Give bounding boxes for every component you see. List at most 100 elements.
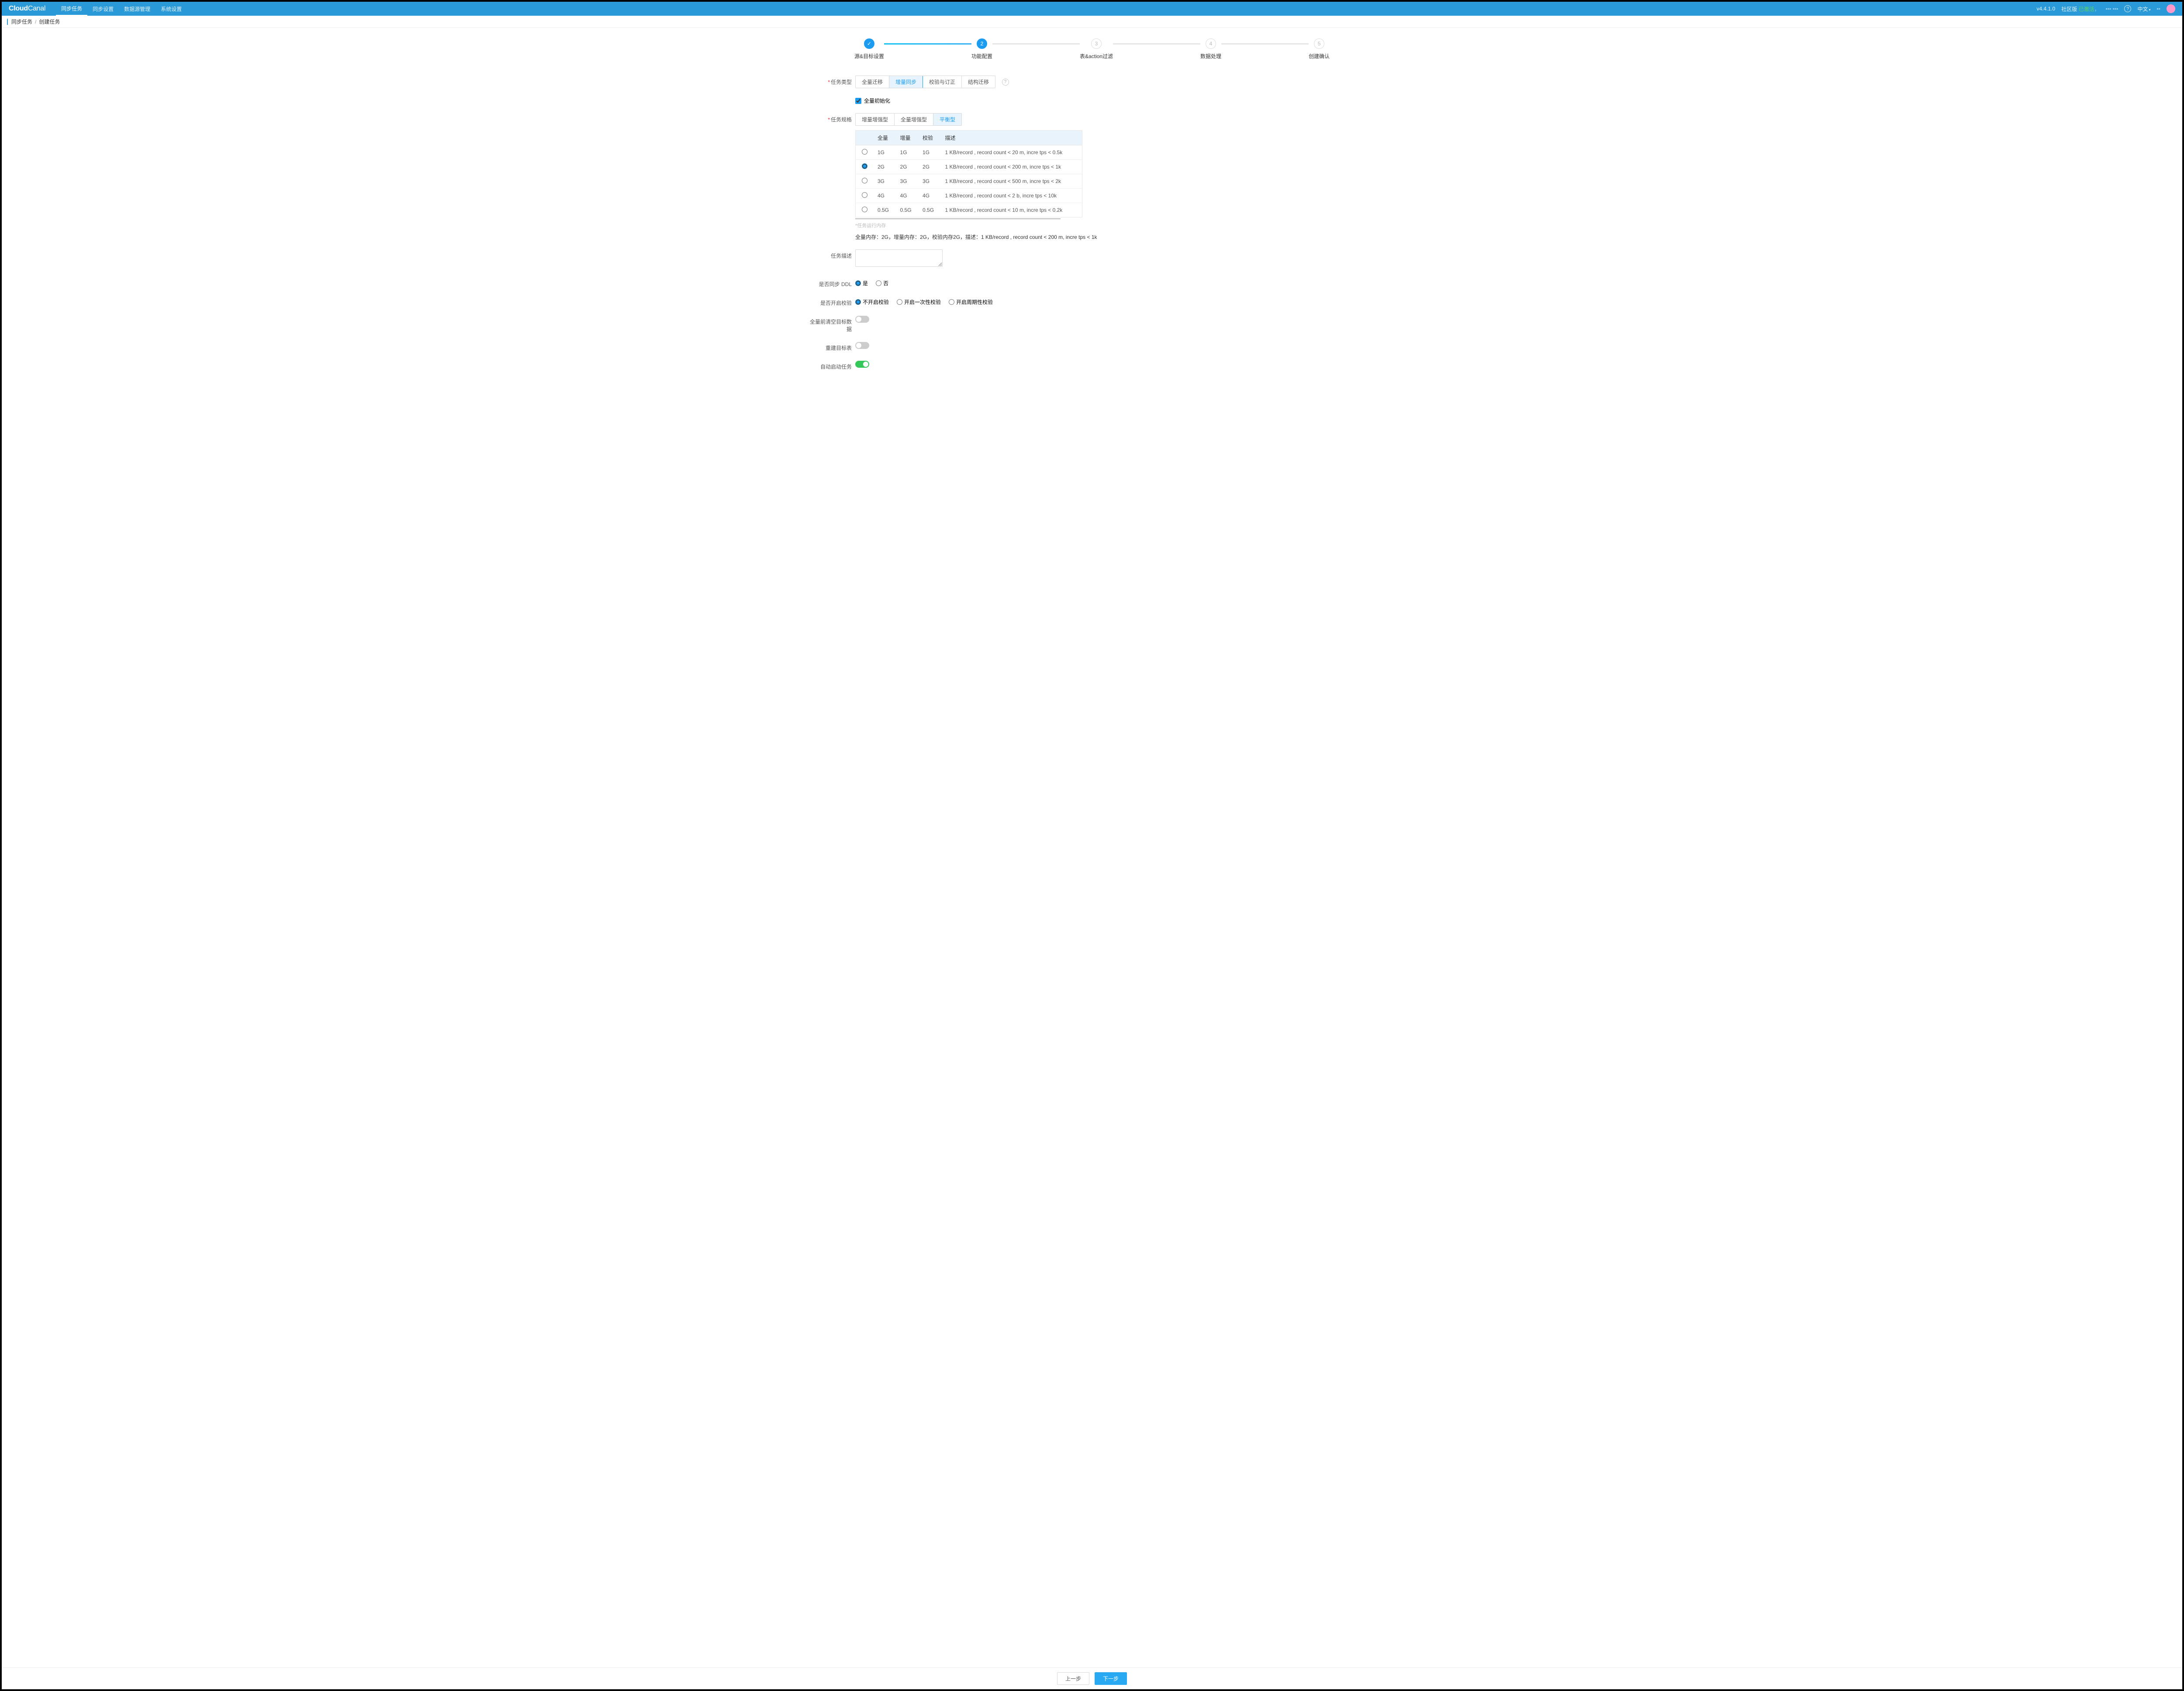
enable-check-group: 不开启校验 开启一次性校验 开启周期性校验 (855, 297, 1376, 306)
avatar[interactable] (2167, 4, 2175, 13)
step-2-circle: 2 (977, 38, 987, 49)
spec-cell-check: 1G (918, 145, 941, 160)
nav-datasource[interactable]: 数据源管理 (119, 2, 156, 16)
spec-cell-desc: 1 KB/record , record count < 200 m, incr… (941, 160, 1082, 174)
task-type-help-icon[interactable]: ? (1002, 79, 1009, 86)
clear-target-switch[interactable] (855, 316, 869, 323)
main-content: ✓源&目标设置 2功能配置 3表&action过滤 4数据处理 5创建确认 *任… (2, 28, 2182, 1667)
spec-row-radio[interactable] (862, 149, 867, 155)
config-form: *任务类型 全量迁移 增量同步 校验与订正 结构迁移 ? (799, 76, 1385, 397)
spec-table: 全量 增量 校验 描述 1G1G1G1 KB/record , record c… (855, 130, 1082, 217)
step-5-circle: 5 (1314, 38, 1324, 49)
task-type-struct[interactable]: 结构迁移 (962, 76, 995, 88)
spec-cell-incr: 4G (896, 189, 919, 203)
lang-selector[interactable]: 中文▾ (2137, 5, 2150, 13)
task-desc-label: 任务描述 (808, 249, 852, 259)
chevron-down-icon: ▾ (2149, 8, 2150, 12)
rebuild-target-switch[interactable] (855, 342, 869, 349)
nav-sync-settings[interactable]: 同步设置 (87, 2, 119, 16)
spec-row-radio[interactable] (862, 192, 867, 198)
step-line-4 (1221, 43, 1309, 45)
spec-cell-incr: 1G (896, 145, 919, 160)
spec-row[interactable]: 0.5G0.5G0.5G1 KB/record , record count <… (856, 203, 1082, 217)
sync-ddl-group: 是 否 (855, 278, 1376, 287)
spec-incr-enhanced[interactable]: 增量增强型 (856, 114, 895, 125)
task-desc-input[interactable] (855, 249, 943, 267)
top-nav: 同步任务 同步设置 数据源管理 系统设置 (56, 2, 187, 16)
enable-check-label: 是否开启校验 (808, 297, 852, 307)
spec-row[interactable]: 1G1G1G1 KB/record , record count < 20 m,… (856, 145, 1082, 160)
spec-balanced[interactable]: 平衡型 (933, 114, 961, 125)
spec-summary: 全量内存：2G，增量内存：2G，校验内存2G，描述：1 KB/record , … (855, 233, 1376, 241)
spec-cell-check: 3G (918, 174, 941, 189)
next-button[interactable]: 下一步 (1095, 1672, 1127, 1685)
step-line-2 (992, 43, 1080, 45)
task-spec-label: *任务规格 (808, 113, 852, 123)
clear-target-label: 全量前清空目标数据 (808, 315, 852, 333)
spec-cell-check: 2G (918, 160, 941, 174)
user-info: ▪▪▪ ▪▪▪ (2106, 6, 2118, 12)
header-right: v4.4.1.0 社区版 已激活， ▪▪▪ ▪▪▪ ? 中文▾ ▪▪ (2037, 4, 2176, 13)
check-none[interactable]: 不开启校验 (855, 298, 889, 306)
full-init-label: 全量初始化 (864, 97, 890, 104)
step-line-1 (884, 43, 971, 45)
check-periodic[interactable]: 开启周期性校验 (949, 298, 993, 306)
task-type-verify[interactable]: 校验与订正 (923, 76, 962, 88)
crumb-indicator (7, 19, 8, 25)
wizard-steps: ✓源&目标设置 2功能配置 3表&action过滤 4数据处理 5创建确认 (799, 38, 1385, 60)
task-type-incremental[interactable]: 增量同步 (889, 76, 923, 88)
spec-cell-full: 0.5G (873, 203, 896, 217)
full-init-checkbox[interactable]: 全量初始化 (855, 97, 1376, 104)
crumb-level2: 创建任务 (39, 18, 60, 25)
edition-label: 社区版 已激活， (2061, 5, 2099, 13)
spec-row-radio[interactable] (862, 163, 867, 169)
spec-cell-full: 2G (873, 160, 896, 174)
nav-system[interactable]: 系统设置 (156, 2, 187, 16)
step-3-label: 表&action过滤 (1080, 52, 1113, 60)
crumb-sep: / (35, 19, 36, 25)
spec-cell-desc: 1 KB/record , record count < 2 b, incre … (941, 189, 1082, 203)
task-type-full[interactable]: 全量迁移 (856, 76, 889, 88)
spec-row[interactable]: 3G3G3G1 KB/record , record count < 500 m… (856, 174, 1082, 189)
auto-start-switch[interactable] (855, 361, 869, 368)
spec-row-radio[interactable] (862, 207, 867, 212)
spec-full-enhanced[interactable]: 全量增强型 (895, 114, 933, 125)
spec-hint: *任务运行内存 (855, 222, 1376, 229)
spec-cell-full: 3G (873, 174, 896, 189)
step-2-label: 功能配置 (971, 52, 992, 60)
logo: CloudCanal (9, 5, 45, 13)
task-spec-group: 增量增强型 全量增强型 平衡型 (855, 113, 962, 126)
check-once[interactable]: 开启一次性校验 (897, 298, 941, 306)
sync-ddl-no[interactable]: 否 (876, 280, 888, 287)
version-label: v4.4.1.0 (2037, 6, 2056, 12)
spec-cell-desc: 1 KB/record , record count < 10 m, incre… (941, 203, 1082, 217)
step-line-3 (1113, 43, 1200, 45)
spec-cell-check: 0.5G (918, 203, 941, 217)
help-icon[interactable]: ? (2124, 5, 2131, 12)
nav-sync-tasks[interactable]: 同步任务 (56, 2, 87, 16)
spec-scrollbar[interactable] (855, 218, 1061, 219)
step-4-label: 数据处理 (1200, 52, 1221, 60)
task-type-label: *任务类型 (808, 76, 852, 86)
spec-row-radio[interactable] (862, 178, 867, 183)
auto-start-label: 自动启动任务 (808, 360, 852, 370)
rebuild-target-label: 重建目标表 (808, 342, 852, 352)
step-3-circle: 3 (1091, 38, 1102, 49)
prev-button[interactable]: 上一步 (1057, 1672, 1089, 1685)
crumb-level1[interactable]: 同步任务 (11, 18, 32, 25)
spec-th-check: 校验 (918, 131, 941, 145)
spec-cell-check: 4G (918, 189, 941, 203)
spec-row[interactable]: 2G2G2G1 KB/record , record count < 200 m… (856, 160, 1082, 174)
full-init-input[interactable] (855, 98, 861, 104)
spec-cell-full: 1G (873, 145, 896, 160)
spec-row[interactable]: 4G4G4G1 KB/record , record count < 2 b, … (856, 189, 1082, 203)
app-header: CloudCanal 同步任务 同步设置 数据源管理 系统设置 v4.4.1.0… (2, 2, 2182, 16)
spec-th-desc: 描述 (941, 131, 1082, 145)
task-type-group: 全量迁移 增量同步 校验与订正 结构迁移 (855, 76, 995, 88)
wizard-footer: 上一步 下一步 (2, 1667, 2182, 1689)
step-1-circle: ✓ (864, 38, 874, 49)
menu-icon[interactable]: ▪▪ (2156, 6, 2160, 12)
sync-ddl-label: 是否同步 DDL (808, 278, 852, 288)
sync-ddl-yes[interactable]: 是 (855, 280, 868, 287)
spec-cell-desc: 1 KB/record , record count < 20 m, incre… (941, 145, 1082, 160)
